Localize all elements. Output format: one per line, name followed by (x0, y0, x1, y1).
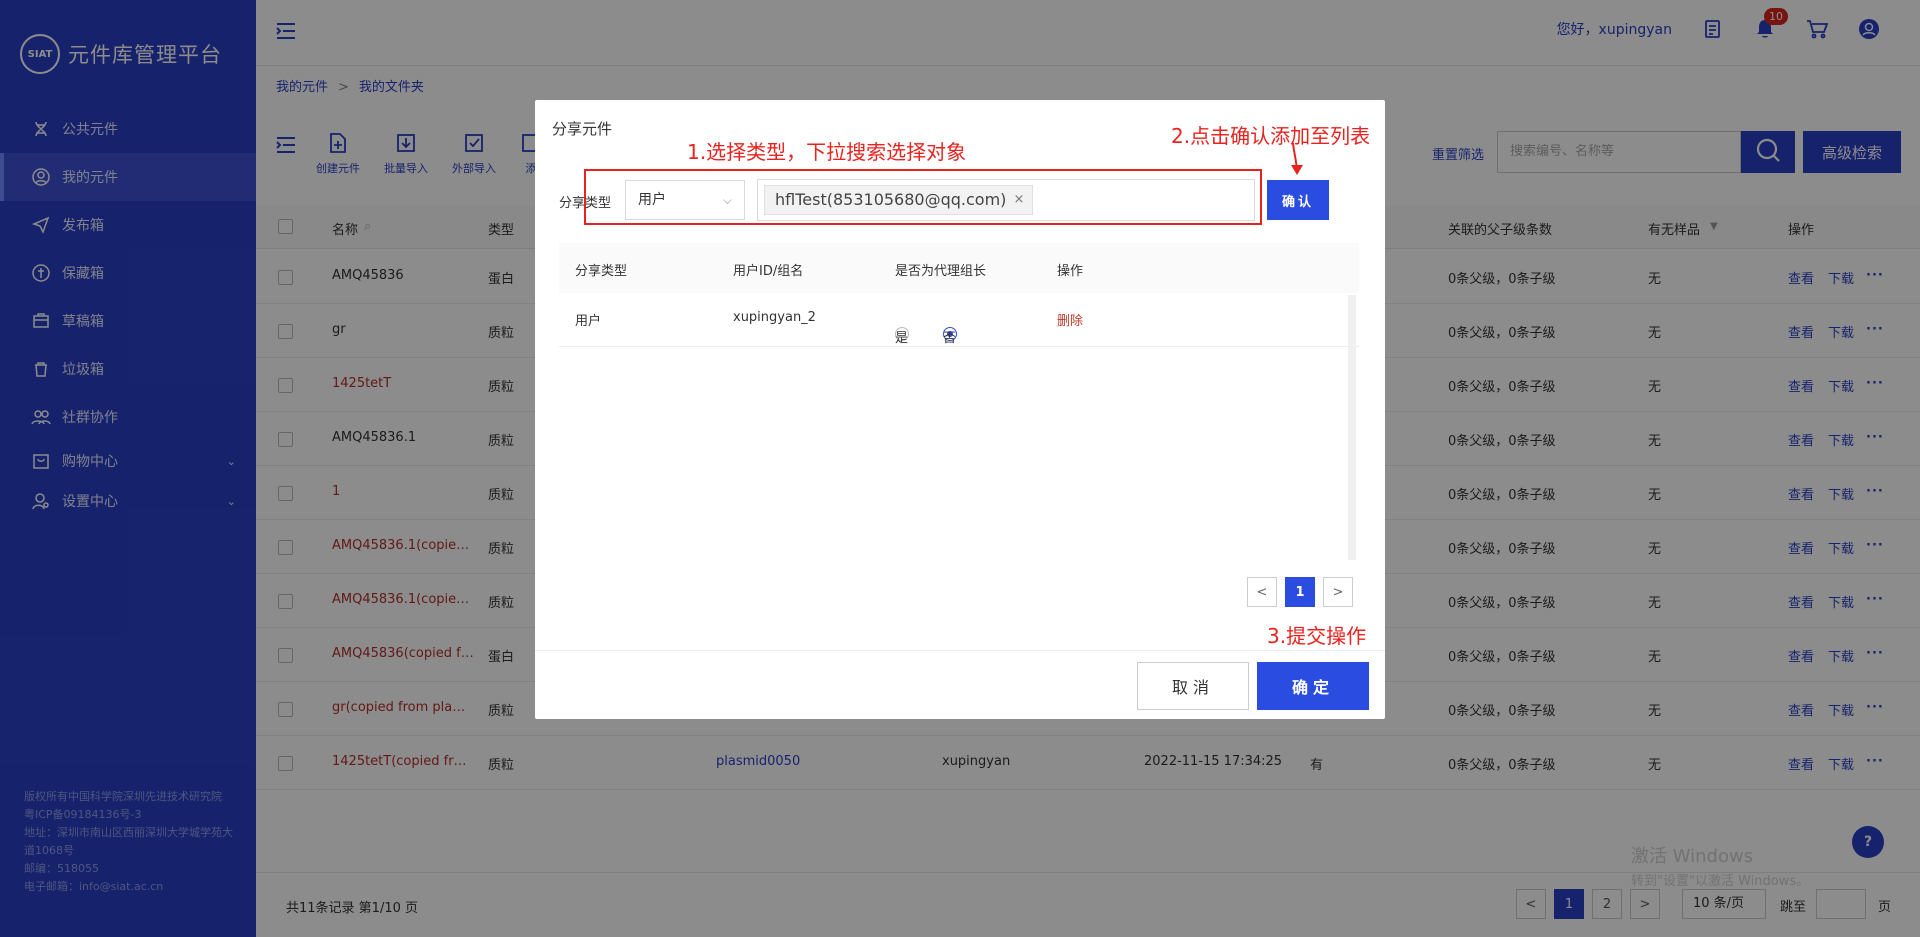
share-list-header: 分享类型 用户ID/组名 是否为代理组长 操作 (559, 243, 1359, 293)
delete-link[interactable]: 删除 (1057, 310, 1083, 329)
tag-label: hflTest(853105680@qq.com) (775, 190, 1007, 209)
modal-divider (535, 650, 1385, 651)
chevron-down-icon: ⌵ (722, 193, 732, 207)
share-type-value: 用户 (638, 192, 666, 208)
radio-yes-label: 是 (895, 331, 909, 346)
annotation-step1: 1.选择类型，下拉搜索选择对象 (687, 140, 967, 164)
close-icon[interactable]: × (1014, 186, 1025, 214)
share-list-table: 分享类型 用户ID/组名 是否为代理组长 操作 用户 xupingyan_2 是… (559, 243, 1359, 347)
annotation-step2: 2.点击确认添加至列表 (1171, 124, 1371, 148)
modal-page-1-button[interactable]: 1 (1285, 577, 1315, 607)
annotation-arrow-icon (1289, 141, 1305, 181)
annotation-step3: 3.提交操作 (1267, 624, 1367, 648)
share-modal: 分享元件 1.选择类型，下拉搜索选择对象 2.点击确认添加至列表 3.提交操作 … (535, 100, 1385, 719)
column-ops: 操作 (1057, 264, 1084, 279)
share-type-label: 分享类型 (559, 196, 612, 211)
confirm-add-button[interactable]: 确认 (1267, 180, 1329, 220)
cancel-button[interactable]: 取消 (1137, 662, 1249, 710)
modal-next-page-button[interactable]: > (1323, 577, 1353, 607)
share-type-select[interactable]: 用户 ⌵ (625, 180, 745, 220)
row-user-id: xupingyan_2 (733, 310, 816, 325)
column-share-type: 分享类型 (575, 264, 628, 279)
radio-no-label: 否 (943, 331, 957, 346)
scrollbar[interactable] (1348, 295, 1356, 560)
column-proxy-leader: 是否为代理组长 (895, 264, 987, 279)
column-user-id: 用户ID/组名 (733, 264, 804, 279)
share-target-input[interactable]: hflTest(853105680@qq.com) × (757, 179, 1255, 221)
submit-button[interactable]: 确定 (1257, 662, 1369, 710)
modal-title: 分享元件 (552, 120, 613, 138)
modal-prev-page-button[interactable]: < (1247, 577, 1277, 607)
selected-user-tag: hflTest(853105680@qq.com) × (764, 185, 1034, 215)
table-row: 用户 xupingyan_2 是 否 删除 (559, 293, 1359, 347)
row-share-type: 用户 (575, 314, 602, 329)
